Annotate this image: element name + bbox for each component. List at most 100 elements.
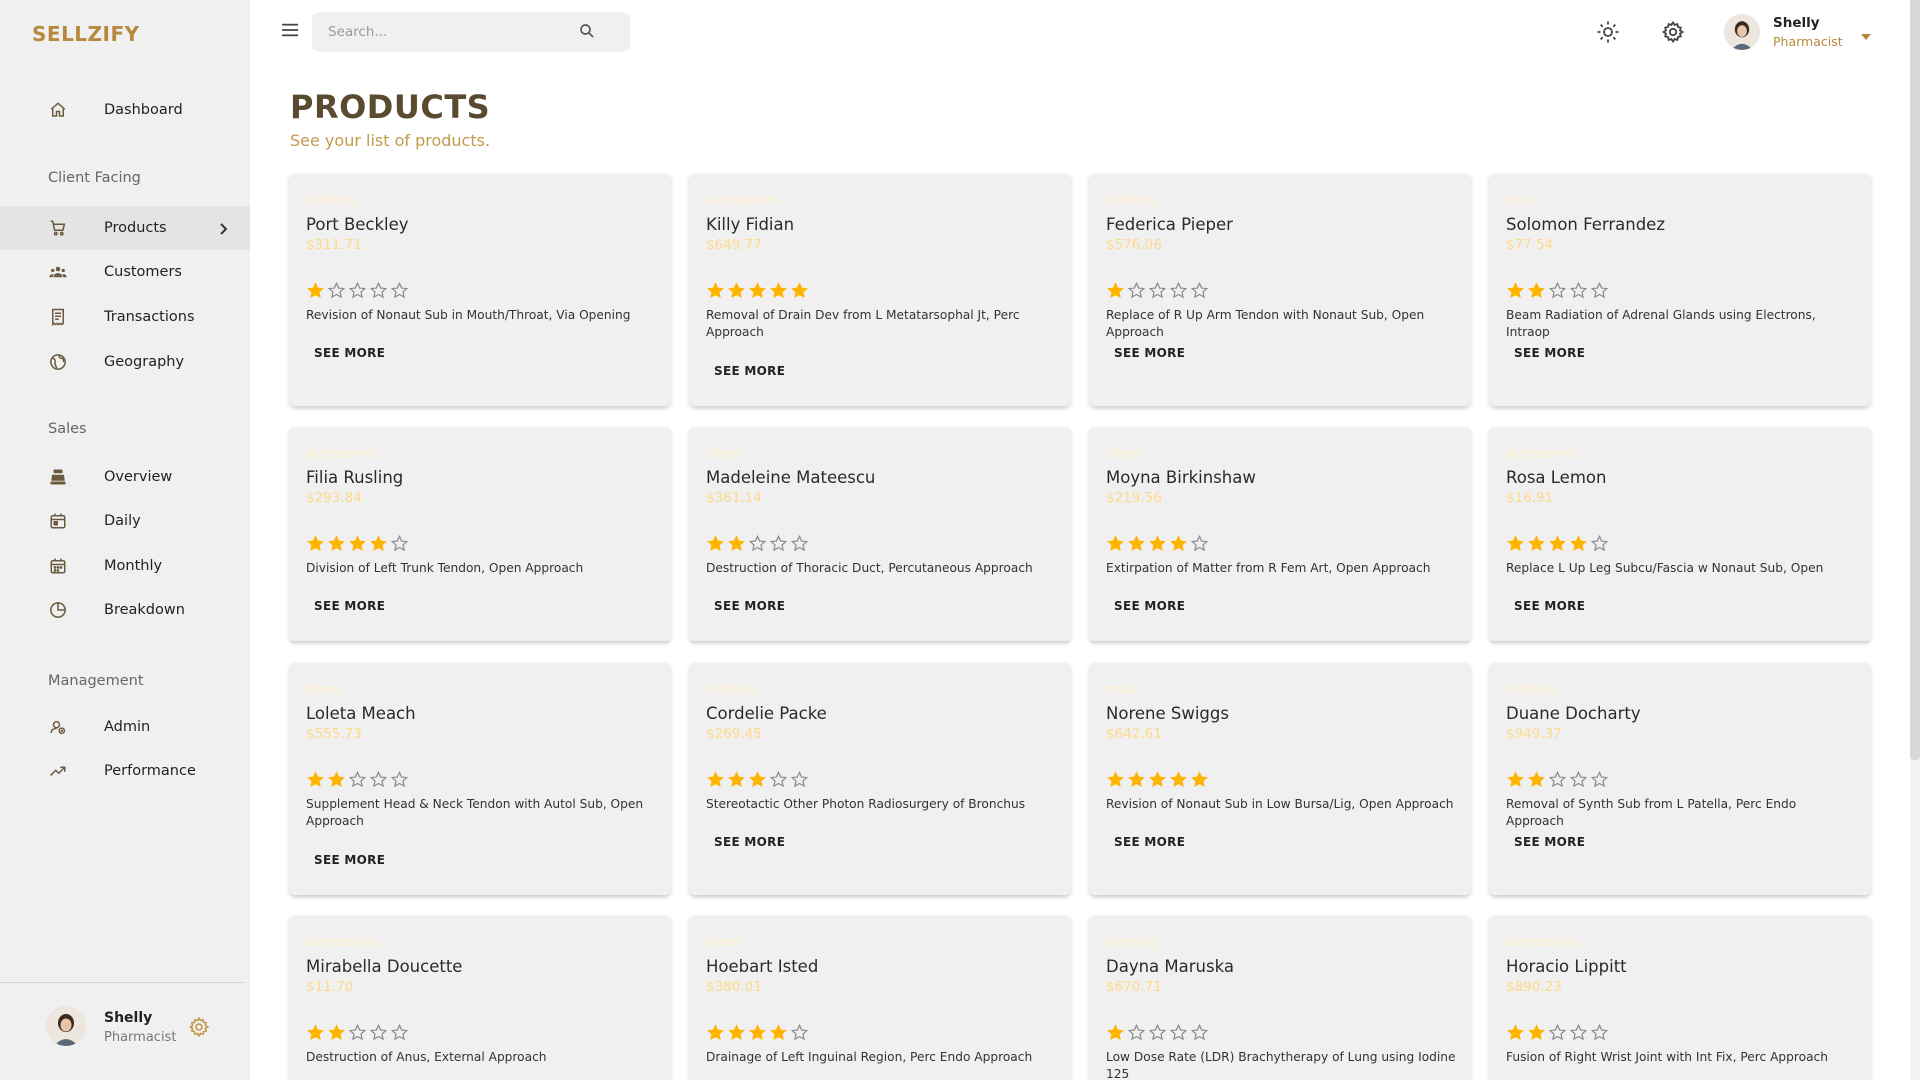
product-rating[interactable] <box>1105 769 1210 790</box>
see-more-button[interactable]: SEE MORE <box>1498 591 1601 621</box>
star-filled-icon[interactable] <box>1189 769 1210 790</box>
star-filled-icon[interactable] <box>1547 533 1568 554</box>
sidebar-item-performance[interactable]: Performance <box>0 749 250 793</box>
product-rating[interactable] <box>1105 533 1210 554</box>
scrollbar-thumb[interactable] <box>1910 0 1920 760</box>
sidebar-item-transactions[interactable]: Transactions <box>0 295 250 339</box>
star-empty-icon[interactable] <box>1168 280 1189 301</box>
product-rating[interactable] <box>705 280 810 301</box>
star-filled-icon[interactable] <box>747 1022 768 1043</box>
star-filled-icon[interactable] <box>705 533 726 554</box>
star-empty-icon[interactable] <box>368 769 389 790</box>
star-filled-icon[interactable] <box>1105 1022 1126 1043</box>
star-filled-icon[interactable] <box>768 280 789 301</box>
star-filled-icon[interactable] <box>1105 533 1126 554</box>
star-filled-icon[interactable] <box>1526 533 1547 554</box>
star-filled-icon[interactable] <box>747 769 768 790</box>
sidebar-item-customers[interactable]: Customers <box>0 250 250 294</box>
star-filled-icon[interactable] <box>1147 533 1168 554</box>
star-empty-icon[interactable] <box>389 533 410 554</box>
star-filled-icon[interactable] <box>726 533 747 554</box>
star-empty-icon[interactable] <box>389 1022 410 1043</box>
product-rating[interactable] <box>1505 280 1610 301</box>
search-input[interactable] <box>328 22 568 42</box>
star-empty-icon[interactable] <box>1189 533 1210 554</box>
star-filled-icon[interactable] <box>768 1022 789 1043</box>
star-filled-icon[interactable] <box>1526 1022 1547 1043</box>
settings-gear-icon[interactable] <box>188 1016 210 1038</box>
see-more-button[interactable]: SEE MORE <box>1098 338 1201 368</box>
brand-logo[interactable]: SELLZIFY <box>32 22 140 46</box>
see-more-button[interactable]: SEE MORE <box>698 591 801 621</box>
star-filled-icon[interactable] <box>1505 769 1526 790</box>
star-filled-icon[interactable] <box>1126 769 1147 790</box>
star-empty-icon[interactable] <box>768 533 789 554</box>
star-empty-icon[interactable] <box>789 769 810 790</box>
sidebar-item-overview[interactable]: Overview <box>0 455 250 499</box>
sidebar-item-daily[interactable]: Daily <box>0 499 250 543</box>
sidebar-item-products[interactable]: Products <box>0 206 250 250</box>
star-empty-icon[interactable] <box>326 280 347 301</box>
star-empty-icon[interactable] <box>789 533 810 554</box>
product-rating[interactable] <box>1105 280 1210 301</box>
star-filled-icon[interactable] <box>1105 280 1126 301</box>
profile-name[interactable]: Shelly <box>1773 15 1820 31</box>
see-more-button[interactable]: SEE MORE <box>1498 338 1601 368</box>
star-filled-icon[interactable] <box>789 280 810 301</box>
product-rating[interactable] <box>305 533 410 554</box>
arrow-drop-down-icon[interactable] <box>1860 26 1872 40</box>
star-empty-icon[interactable] <box>347 1022 368 1043</box>
product-rating[interactable] <box>705 769 810 790</box>
star-filled-icon[interactable] <box>305 769 326 790</box>
product-rating[interactable] <box>305 280 410 301</box>
menu-icon[interactable] <box>282 22 302 40</box>
see-more-button[interactable]: SEE MORE <box>1498 827 1601 857</box>
star-filled-icon[interactable] <box>1147 769 1168 790</box>
star-filled-icon[interactable] <box>368 533 389 554</box>
star-empty-icon[interactable] <box>368 1022 389 1043</box>
star-empty-icon[interactable] <box>1568 1022 1589 1043</box>
product-rating[interactable] <box>305 1022 410 1043</box>
see-more-button[interactable]: SEE MORE <box>698 827 801 857</box>
sidebar-item-monthly[interactable]: Monthly <box>0 544 250 588</box>
star-filled-icon[interactable] <box>1126 533 1147 554</box>
search-icon[interactable] <box>578 22 596 40</box>
star-empty-icon[interactable] <box>389 769 410 790</box>
star-filled-icon[interactable] <box>305 1022 326 1043</box>
star-filled-icon[interactable] <box>1105 769 1126 790</box>
see-more-button[interactable]: SEE MORE <box>1098 827 1201 857</box>
see-more-button[interactable]: SEE MORE <box>1098 591 1201 621</box>
star-filled-icon[interactable] <box>726 280 747 301</box>
star-filled-icon[interactable] <box>305 533 326 554</box>
star-empty-icon[interactable] <box>1589 280 1610 301</box>
star-empty-icon[interactable] <box>347 769 368 790</box>
settings-icon[interactable] <box>1661 20 1685 44</box>
star-filled-icon[interactable] <box>1168 769 1189 790</box>
star-filled-icon[interactable] <box>326 533 347 554</box>
star-empty-icon[interactable] <box>347 280 368 301</box>
sidebar-item-admin[interactable]: Admin <box>0 705 250 749</box>
star-filled-icon[interactable] <box>1505 1022 1526 1043</box>
star-empty-icon[interactable] <box>1589 1022 1610 1043</box>
star-filled-icon[interactable] <box>305 280 326 301</box>
star-empty-icon[interactable] <box>768 769 789 790</box>
star-filled-icon[interactable] <box>1168 533 1189 554</box>
see-more-button[interactable]: SEE MORE <box>298 591 401 621</box>
see-more-button[interactable]: SEE MORE <box>298 845 401 875</box>
light-mode-icon[interactable] <box>1596 20 1620 44</box>
star-empty-icon[interactable] <box>1168 1022 1189 1043</box>
product-rating[interactable] <box>1505 769 1610 790</box>
star-filled-icon[interactable] <box>1526 280 1547 301</box>
star-filled-icon[interactable] <box>347 533 368 554</box>
star-empty-icon[interactable] <box>1547 769 1568 790</box>
product-rating[interactable] <box>705 1022 810 1043</box>
star-filled-icon[interactable] <box>705 769 726 790</box>
star-empty-icon[interactable] <box>789 1022 810 1043</box>
product-rating[interactable] <box>705 533 810 554</box>
star-empty-icon[interactable] <box>1547 1022 1568 1043</box>
star-filled-icon[interactable] <box>1505 533 1526 554</box>
see-more-button[interactable]: SEE MORE <box>698 356 801 386</box>
star-filled-icon[interactable] <box>326 1022 347 1043</box>
star-empty-icon[interactable] <box>1589 769 1610 790</box>
star-empty-icon[interactable] <box>1547 280 1568 301</box>
